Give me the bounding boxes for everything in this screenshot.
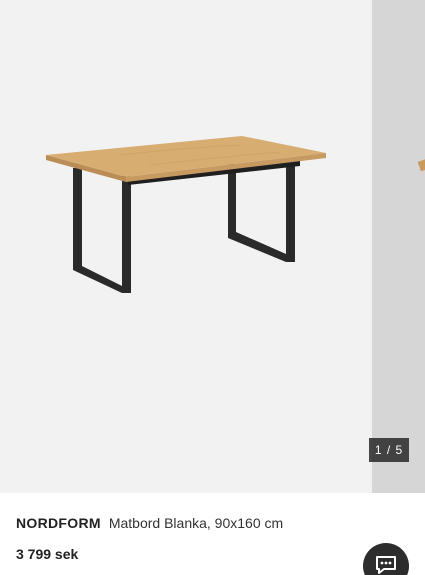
product-page: 1 / 5 NORDFORM Matbord Blanka, 90x160 cm …	[0, 0, 425, 575]
product-name: Matbord Blanka, 90x160 cm	[108, 515, 284, 531]
product-title: NORDFORM Matbord Blanka, 90x160 cm	[16, 515, 283, 531]
product-image	[46, 136, 326, 293]
gallery-slide-current[interactable]	[0, 0, 372, 493]
chat-button[interactable]	[363, 543, 409, 575]
next-slide-thumbnail-fragment	[417, 158, 425, 172]
gallery-slide-next-peek[interactable]	[372, 0, 425, 493]
product-brand: NORDFORM	[16, 515, 101, 531]
product-info: NORDFORM Matbord Blanka, 90x160 cm 3 799 …	[0, 493, 425, 575]
product-price: 3 799 sek	[16, 546, 79, 562]
image-gallery[interactable]: 1 / 5	[0, 0, 425, 493]
gallery-counter: 1 / 5	[369, 438, 409, 462]
chat-icon	[376, 556, 396, 574]
